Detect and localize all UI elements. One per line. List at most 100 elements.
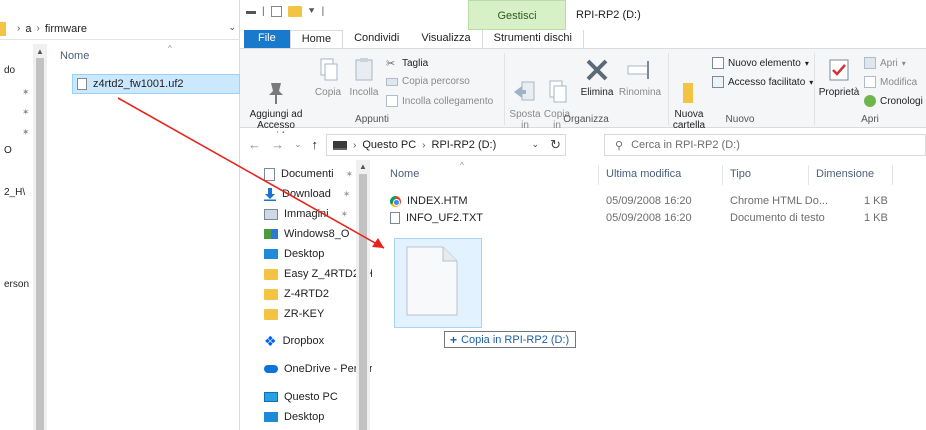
file-type: Chrome HTML Do... xyxy=(730,195,829,207)
move-to-icon xyxy=(510,66,540,101)
breadcrumb-drive[interactable]: RPI-RP2 (D:) xyxy=(432,139,497,151)
nav-item-this-pc[interactable]: Questo PC xyxy=(264,388,338,406)
delete-label: Elimina xyxy=(580,87,614,98)
paste-shortcut-label: Incolla collegamento xyxy=(402,95,494,107)
edit-icon xyxy=(864,76,876,88)
history-button[interactable]: Cronologi xyxy=(864,95,923,107)
up-arrow-icon[interactable]: ↑ xyxy=(312,137,319,152)
file-name-cell: INFO_UF2.TXT xyxy=(390,212,483,224)
tab-file[interactable]: File xyxy=(244,30,290,48)
nav-item-windows8[interactable]: Windows8_O ✶ xyxy=(264,225,363,243)
scroll-up-icon[interactable]: ▲ xyxy=(359,162,367,171)
paste-shortcut-button[interactable]: Incolla collegamento xyxy=(386,95,493,107)
onedrive-icon xyxy=(264,365,278,373)
column-separator[interactable] xyxy=(892,165,893,185)
new-item-button[interactable]: Nuovo elemento ▾ xyxy=(712,57,809,69)
rename-button[interactable]: Rinomina xyxy=(618,55,662,98)
address-bar[interactable]: › Questo PC › RPI-RP2 (D:) ⌄ ↻ xyxy=(326,134,566,156)
drag-ghost xyxy=(394,238,482,328)
nav-pane-scrollbar[interactable]: ▲ xyxy=(356,160,370,430)
edit-button[interactable]: Modifica xyxy=(864,76,917,88)
tab-share[interactable]: Condividi xyxy=(343,30,410,48)
drag-tooltip-text: Copia in RPI-RP2 (D:) xyxy=(461,333,570,346)
nav-item-fragment[interactable]: O xyxy=(4,145,12,156)
breadcrumb-this-pc[interactable]: Questo PC xyxy=(362,139,416,151)
open-label: Apri xyxy=(880,57,898,69)
scrollbar-thumb[interactable] xyxy=(359,174,367,430)
search-box[interactable]: ⚲ Cerca in RPI-RP2 (D:) xyxy=(604,134,926,156)
chevron-down-icon[interactable]: ⌄ xyxy=(531,139,539,150)
refresh-icon[interactable]: ↻ xyxy=(550,137,561,153)
left-breadcrumb-segment[interactable]: a xyxy=(25,23,31,35)
easy-access-label: Accesso facilitato xyxy=(728,76,806,88)
nav-item-fragment[interactable]: 2_H\ xyxy=(4,187,25,198)
file-row[interactable]: INFO_UF2.TXT 05/09/2008 16:20 Documento … xyxy=(372,210,926,227)
file-size: 1 KB xyxy=(864,195,888,207)
nav-item-zr-key[interactable]: ZR-KEY xyxy=(264,305,324,323)
file-icon xyxy=(77,78,87,90)
easy-access-button[interactable]: Accesso facilitato ▾ xyxy=(712,76,813,88)
left-address-bar[interactable]: › a › firmware ⌄ xyxy=(0,18,240,40)
new-folder-icon[interactable] xyxy=(287,6,302,17)
sort-ascending-icon: ^ xyxy=(168,44,172,53)
left-nav-scrollbar[interactable]: ▲ xyxy=(33,44,47,430)
title-bar: ▬ | ⯆ | Gestisci RPI-RP2 (D:) xyxy=(240,0,926,30)
cut-button[interactable]: ✂ Taglia xyxy=(386,57,428,71)
file-name-cell: INDEX.HTM xyxy=(390,195,468,207)
copy-path-icon xyxy=(386,77,398,86)
recent-locations-icon[interactable]: ⌄ xyxy=(294,139,302,150)
nav-item-desktop[interactable]: Desktop xyxy=(264,245,324,263)
pin-quick-access-button[interactable]: Aggiungi ad Accesso rapido xyxy=(244,55,308,142)
drag-file-icon xyxy=(405,245,459,317)
column-header-size[interactable]: Dimensione xyxy=(816,168,874,180)
chevron-down-icon[interactable]: ⌄ xyxy=(228,22,236,33)
scroll-up-icon[interactable]: ▲ xyxy=(36,47,44,56)
delete-button[interactable]: Elimina xyxy=(576,55,618,98)
nav-item-z4rtd2[interactable]: Z-4RTD2 xyxy=(264,285,329,303)
back-arrow-icon[interactable]: ← xyxy=(248,137,261,152)
file-row[interactable]: INDEX.HTM 05/09/2008 16:20 Chrome HTML D… xyxy=(372,193,926,210)
folder-icon xyxy=(0,21,6,36)
column-separator[interactable] xyxy=(808,165,809,185)
scrollbar-thumb[interactable] xyxy=(36,58,44,430)
nav-item-fragment[interactable]: do xyxy=(4,65,15,76)
tab-home[interactable]: Home xyxy=(289,30,344,48)
pin-icon xyxy=(261,66,291,104)
column-header-type[interactable]: Tipo xyxy=(730,168,751,180)
file-modified: 05/09/2008 16:20 xyxy=(606,212,692,224)
column-separator[interactable] xyxy=(598,165,599,185)
left-breadcrumb-segment[interactable]: firmware xyxy=(45,23,87,35)
contextual-tab-group-label: Gestisci xyxy=(497,10,537,22)
nav-item-documents[interactable]: Documenti ✶ xyxy=(264,165,353,183)
selected-file-item[interactable]: z4rtd2_fw1001.uf2 xyxy=(72,74,240,94)
column-separator[interactable] xyxy=(722,165,723,185)
nav-item-fragment[interactable]: erson xyxy=(4,279,29,290)
window-menu-icon[interactable]: ▬ xyxy=(246,6,256,17)
copy-button[interactable]: Copia xyxy=(312,55,344,98)
properties-button[interactable]: Proprietà xyxy=(818,55,860,98)
selected-file-name: z4rtd2_fw1001.uf2 xyxy=(93,78,184,90)
column-header-name[interactable]: Nome xyxy=(390,168,419,180)
tab-view[interactable]: Visualizza xyxy=(410,30,481,48)
forward-arrow-icon[interactable]: → xyxy=(271,137,284,152)
left-column-header-name[interactable]: Nome xyxy=(60,50,89,62)
open-button[interactable]: Apri ▾ xyxy=(864,57,906,69)
paste-button[interactable]: Incolla xyxy=(346,55,382,98)
separator: | xyxy=(262,6,265,17)
nav-item-pictures[interactable]: Immagini ✶ xyxy=(264,205,348,223)
nav-pane: Documenti ✶ Download ✶ Immagini ✶ Window… xyxy=(240,160,376,430)
copy-path-button[interactable]: Copia percorso xyxy=(386,76,470,87)
folder-icon xyxy=(264,288,278,300)
nav-item-label: Desktop xyxy=(284,411,325,423)
easy-access-icon xyxy=(712,76,724,88)
tab-drive-tools[interactable]: Strumenti dischi xyxy=(481,30,584,48)
nav-item-label: Windows8_O xyxy=(284,228,350,240)
column-header-modified[interactable]: Ultima modifica xyxy=(606,168,681,180)
desktop-icon xyxy=(264,249,278,259)
nav-item-desktop-2[interactable]: Desktop xyxy=(264,408,324,426)
nav-item-download[interactable]: Download ✶ xyxy=(264,185,350,203)
customize-toolbar-icon[interactable]: ⯆ xyxy=(308,6,316,17)
paste-shortcut-icon xyxy=(386,95,398,107)
nav-item-dropbox[interactable]: ❖ Dropbox xyxy=(264,332,324,350)
properties-check-icon[interactable] xyxy=(270,6,282,17)
